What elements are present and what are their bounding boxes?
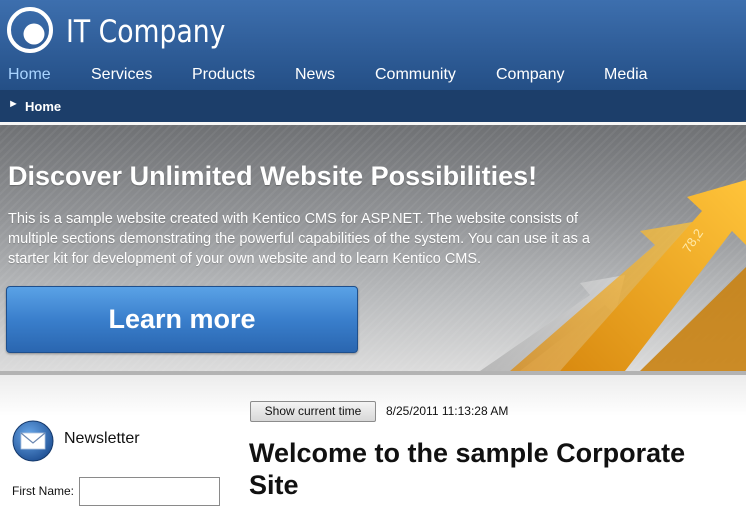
show-current-time-button[interactable]: Show current time xyxy=(250,401,376,422)
banner-description: This is a sample website created with Ke… xyxy=(8,211,590,267)
nav-services[interactable]: Services xyxy=(91,66,152,84)
learn-more-button[interactable]: Learn more xyxy=(6,286,358,353)
newsletter-envelope-icon xyxy=(12,420,54,462)
banner-title: Discover Unlimited Website Possibilities… xyxy=(8,161,538,191)
nav-home[interactable]: Home xyxy=(8,66,51,84)
nav-media[interactable]: Media xyxy=(604,66,648,84)
company-logo-icon[interactable] xyxy=(7,7,53,53)
nav-community[interactable]: Community xyxy=(375,66,456,84)
nav-products[interactable]: Products xyxy=(192,66,255,84)
breadcrumb-arrow-icon: ► xyxy=(8,98,19,110)
current-time-value: 8/25/2011 11:13:28 AM xyxy=(386,404,509,418)
page-heading: Welcome to the sample Corporate Site xyxy=(249,438,686,500)
site-header: IT Company Home Services Products News C… xyxy=(0,0,746,90)
first-name-label: First Name: xyxy=(12,484,75,498)
first-name-input[interactable] xyxy=(79,477,220,506)
hero-banner: 78,2 Discover Unlimited Website Possibil… xyxy=(0,125,746,371)
nav-news[interactable]: News xyxy=(295,66,335,84)
breadcrumb: ► Home xyxy=(0,90,746,122)
nav-company[interactable]: Company xyxy=(496,66,564,84)
newsletter-title: Newsletter xyxy=(64,430,140,447)
brand-name[interactable]: IT Company xyxy=(66,14,225,50)
breadcrumb-home-link[interactable]: Home xyxy=(25,99,61,114)
main-navigation: Home Services Products News Community Co… xyxy=(0,66,746,90)
